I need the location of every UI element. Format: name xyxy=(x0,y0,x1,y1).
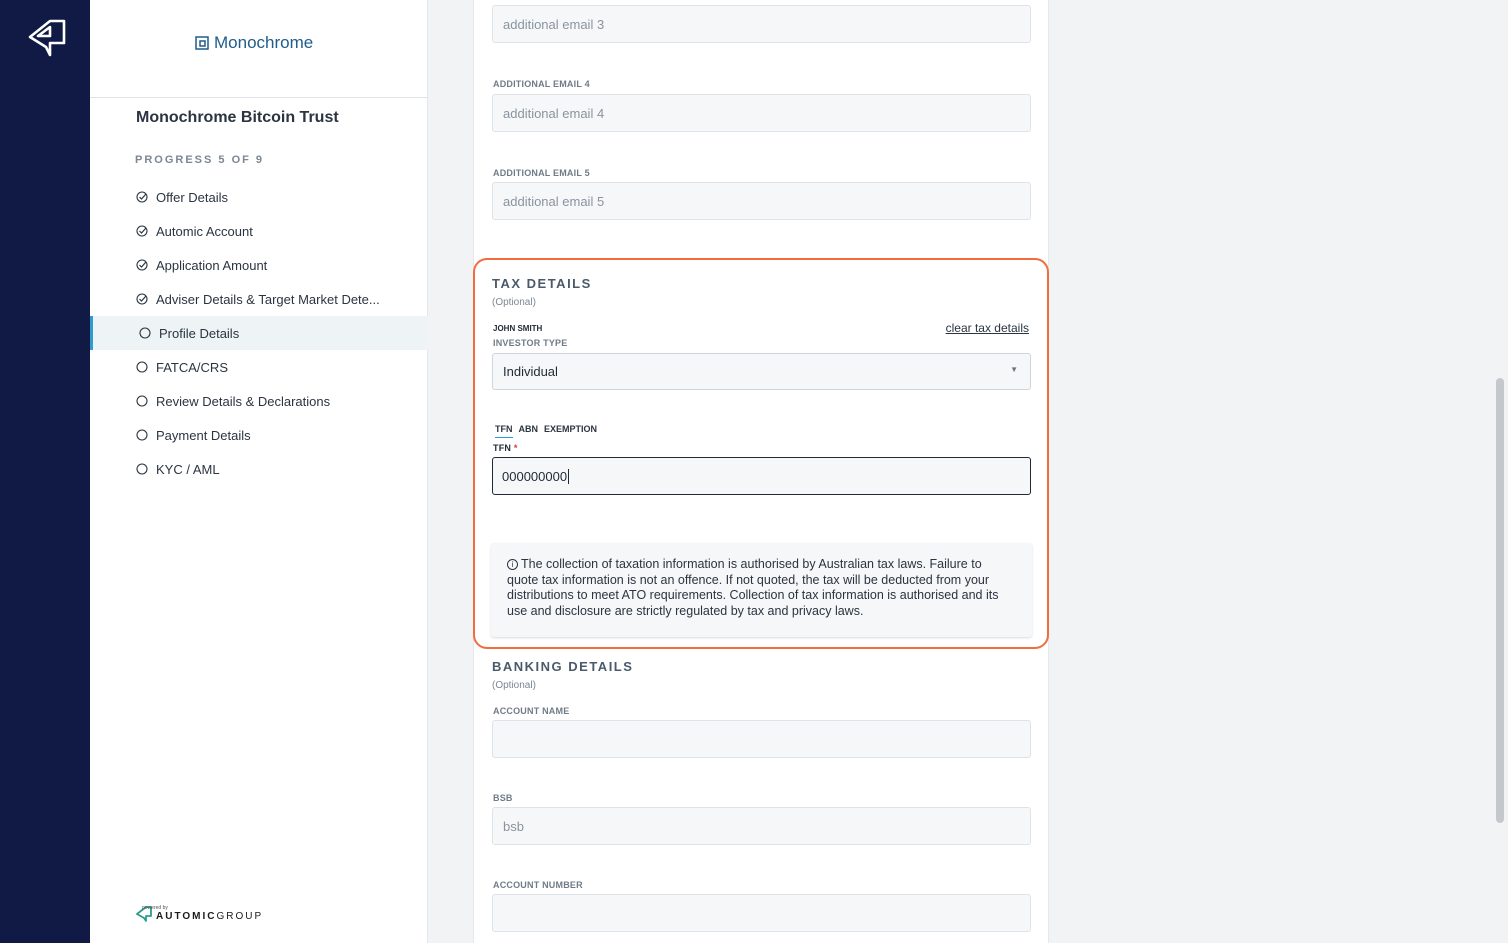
automic-logo-icon[interactable] xyxy=(26,17,66,57)
circle-icon xyxy=(139,327,151,339)
step-application-amount[interactable]: Application Amount xyxy=(90,248,428,282)
account-number-label: ACCOUNT NUMBER xyxy=(493,880,583,890)
bsb-input[interactable]: bsb xyxy=(492,807,1031,845)
text-cursor xyxy=(568,468,570,484)
bsb-label: BSB xyxy=(493,793,513,803)
investor-name: JOHN SMITH xyxy=(493,324,543,333)
step-label: Application Amount xyxy=(156,257,268,273)
circle-icon xyxy=(136,429,148,441)
step-automic-account[interactable]: Automic Account xyxy=(90,214,428,248)
required-marker: * xyxy=(513,443,518,453)
tax-details-title: TAX DETAILS xyxy=(492,276,592,291)
powered-by-automic: powered by AUTOMICGROUP xyxy=(136,905,263,922)
tab-abn[interactable]: ABN xyxy=(519,424,539,438)
brand-name: Monochrome xyxy=(214,33,314,52)
monochrome-logo: Monochrome xyxy=(195,33,313,53)
tfn-label: TFN * xyxy=(493,443,518,453)
tax-id-tabs: TFN ABN EXEMPTION xyxy=(495,424,597,438)
additional-email-5-input[interactable]: additional email 5 xyxy=(492,182,1031,220)
investor-type-label: INVESTOR TYPE xyxy=(493,338,568,348)
banking-optional-note: (Optional) xyxy=(492,680,536,691)
account-number-input[interactable] xyxy=(492,894,1031,932)
footer-brand-a: AUTOMIC xyxy=(156,911,217,922)
monochrome-mark-icon xyxy=(195,36,209,50)
step-label: Automic Account xyxy=(156,223,253,239)
step-offer-details[interactable]: Offer Details xyxy=(90,180,428,214)
clear-tax-details-link[interactable]: clear tax details xyxy=(946,321,1029,335)
page-scrollbar[interactable] xyxy=(1496,378,1504,823)
additional-email-3-input[interactable]: additional email 3 xyxy=(492,5,1031,43)
step-label: Offer Details xyxy=(156,189,229,205)
step-label: FATCA/CRS xyxy=(156,359,228,375)
tab-exemption[interactable]: EXEMPTION xyxy=(544,424,597,438)
steps-list: Offer Details Automic Account Applicatio… xyxy=(90,180,428,486)
tab-tfn[interactable]: TFN xyxy=(495,424,513,438)
step-label: Profile Details xyxy=(159,325,240,341)
footer-brand-b: GROUP xyxy=(216,911,264,922)
check-circle-icon xyxy=(136,225,148,237)
sidebar: Monochrome Monochrome Bitcoin Trust PROG… xyxy=(90,0,428,943)
step-kyc-aml[interactable]: KYC / AML xyxy=(90,452,428,486)
step-review-details[interactable]: Review Details & Declarations xyxy=(90,384,428,418)
offer-title: Monochrome Bitcoin Trust xyxy=(136,109,339,126)
additional-email-4-label: ADDITIONAL EMAIL 4 xyxy=(493,79,590,89)
account-name-input[interactable] xyxy=(492,720,1031,758)
account-name-label: ACCOUNT NAME xyxy=(493,706,570,716)
circle-icon xyxy=(136,463,148,475)
investor-type-select[interactable]: Individual ▼ xyxy=(492,353,1031,390)
tfn-label-text: TFN xyxy=(493,443,512,453)
progress-label: PROGRESS 5 OF 9 xyxy=(135,154,265,166)
check-circle-icon xyxy=(136,191,148,203)
tax-notice-text: The collection of taxation information i… xyxy=(507,557,999,618)
tax-notice: i The collection of taxation information … xyxy=(491,543,1032,637)
tfn-value: 000000000 xyxy=(502,468,568,484)
brand-header: Monochrome xyxy=(90,0,428,98)
additional-email-4-input[interactable]: additional email 4 xyxy=(492,94,1031,132)
tax-optional-note: (Optional) xyxy=(492,297,536,308)
tfn-input[interactable]: 000000000 xyxy=(492,457,1031,495)
caret-down-icon: ▼ xyxy=(1010,365,1018,374)
check-circle-icon xyxy=(136,293,148,305)
automic-group-text: AUTOMICGROUP xyxy=(156,911,263,922)
step-adviser-details[interactable]: Adviser Details & Target Market Dete... xyxy=(90,282,428,316)
step-label: Review Details & Declarations xyxy=(156,393,331,409)
profile-form: additional email 3 ADDITIONAL EMAIL 4 ad… xyxy=(473,0,1049,943)
step-label: Adviser Details & Target Market Dete... xyxy=(156,291,380,307)
step-profile-details[interactable]: Profile Details xyxy=(90,316,428,350)
circle-icon xyxy=(136,395,148,407)
step-label: KYC / AML xyxy=(156,461,220,477)
banking-details-title: BANKING DETAILS xyxy=(492,659,634,674)
investor-type-value: Individual xyxy=(503,364,558,379)
info-icon: i xyxy=(507,559,518,570)
circle-icon xyxy=(136,361,148,373)
step-payment-details[interactable]: Payment Details xyxy=(90,418,428,452)
step-fatca-crs[interactable]: FATCA/CRS xyxy=(90,350,428,384)
additional-email-5-label: ADDITIONAL EMAIL 5 xyxy=(493,168,590,178)
powered-by-text: powered by xyxy=(142,905,168,911)
app-rail xyxy=(0,0,90,943)
check-circle-icon xyxy=(136,259,148,271)
step-label: Payment Details xyxy=(156,427,251,443)
